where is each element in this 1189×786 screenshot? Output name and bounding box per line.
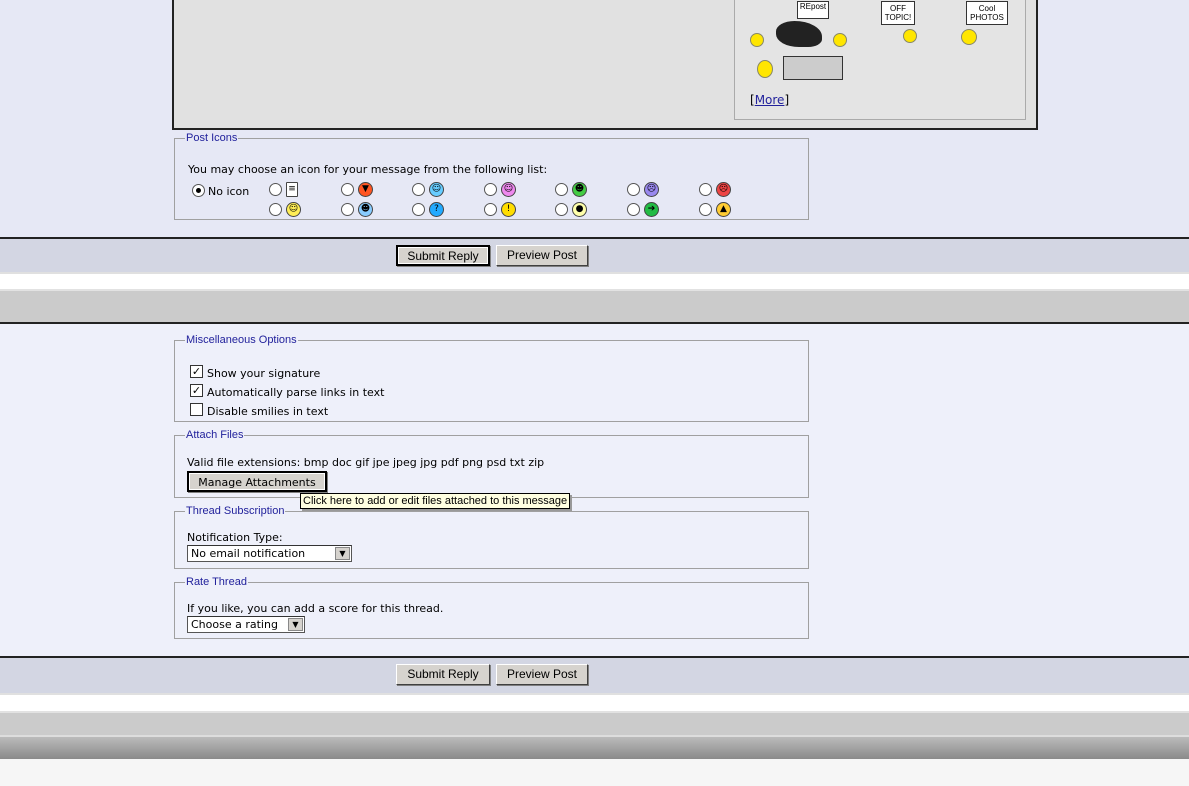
smilie-face [757,60,773,78]
post-icon-radio[interactable] [699,183,712,196]
horse-image [776,21,822,47]
misc-option-checkbox[interactable]: ✓ [190,384,203,397]
post-icon-radio[interactable] [699,203,712,216]
post-icon-radio[interactable] [555,203,568,216]
cool-photos-sign: Cool PHOTOS [966,1,1008,25]
frown-icon[interactable]: ☹ [644,182,659,197]
valid-extensions-text: Valid file extensions: bmp doc gif jpe j… [187,456,545,469]
lightbulb-icon[interactable]: ● [572,202,587,217]
misc-options-fieldset: Miscellaneous Options ✓ Show your signatu… [174,334,809,422]
smile-pink-icon[interactable]: ☺ [501,182,516,197]
thumbs-up-icon[interactable]: ▲ [716,202,731,217]
smilie-face [750,33,764,47]
post-icons-fieldset: Post Icons You may choose an icon for yo… [174,132,809,220]
cool-photos-smilie[interactable]: Cool PHOTOS [961,1,1011,47]
question-icon[interactable]: ? [429,202,444,217]
post-icon-radio[interactable] [412,203,425,216]
footer-bar [0,735,1189,759]
post-icon-radio[interactable] [341,203,354,216]
rate-thread-label: If you like, you can add a score for thi… [187,602,444,615]
misc-option-label: Disable smilies in text [207,405,329,418]
separator [0,289,1189,322]
chevron-down-icon[interactable]: ▼ [288,618,303,631]
misc-option-label: Automatically parse links in text [207,386,385,399]
post-icon[interactable]: ≡ [286,182,298,197]
thread-subscription-fieldset: Thread Subscription Notification Type: N… [174,505,809,569]
rate-thread-fieldset: Rate Thread If you like, you can add a s… [174,576,809,639]
top-button-bar [0,237,1189,272]
thread-subscription-legend: Thread Subscription [186,505,285,517]
off-topic-sign: OFF TOPIC! [881,1,915,25]
chevron-down-icon[interactable]: ▼ [335,547,350,560]
misc-option-checkbox[interactable]: ✓ [190,365,203,378]
grin-icon[interactable]: ☻ [572,182,587,197]
rate-thread-legend: Rate Thread [186,576,247,588]
attach-files-legend: Attach Files [186,429,244,441]
smile-icon[interactable]: ☺ [286,202,301,217]
clap-sign [783,56,843,80]
bottom-button-bar [0,656,1189,693]
separator [0,693,1189,711]
post-icon-radio[interactable] [269,183,282,196]
misc-option-label: Show your signature [207,367,321,380]
post-icon-radio[interactable] [555,183,568,196]
smilies-panel: REpost OFF TOPIC! Cool PHOTOS [More] [734,0,1026,120]
clapping-smilie[interactable] [757,56,847,84]
angry-icon[interactable]: ☹ [716,182,731,197]
attach-files-fieldset: Attach Files Valid file extensions: bmp … [174,429,809,498]
notification-type-select[interactable]: No email notification ▼ [187,545,352,562]
smilie-face [833,33,847,47]
notification-type-label: Notification Type: [187,531,283,544]
submit-reply-button-bottom[interactable]: Submit Reply [396,664,490,685]
more-smilies-link[interactable]: [More] [750,93,789,107]
repost-sign: REpost [797,1,829,19]
post-icon-radio[interactable] [412,183,425,196]
smilie-face [903,29,917,43]
post-icon-radio[interactable] [627,183,640,196]
repost-smilie[interactable]: REpost [750,1,850,56]
off-topic-smilie[interactable]: OFF TOPIC! [881,1,921,47]
smilie-face [961,29,977,45]
post-icons-legend: Post Icons [186,132,238,144]
post-icon-radio[interactable] [627,203,640,216]
preview-post-button[interactable]: Preview Post [496,245,588,266]
rating-value: Choose a rating [191,618,278,631]
preview-post-button-bottom[interactable]: Preview Post [496,664,588,685]
cool-icon[interactable]: ☻ [358,202,373,217]
notification-type-value: No email notification [191,547,306,560]
post-icons-intro: You may choose an icon for your message … [188,163,548,176]
rating-select[interactable]: Choose a rating ▼ [187,616,305,633]
submit-reply-button[interactable]: Submit Reply [396,245,490,266]
post-icon-radio[interactable] [269,203,282,216]
post-icon-radio[interactable] [484,203,497,216]
wink-icon[interactable]: ☺ [429,182,444,197]
separator [0,272,1189,289]
separator [0,711,1189,735]
no-icon-radio[interactable] [192,184,205,197]
manage-attachments-tooltip: Click here to add or edit files attached… [300,493,571,509]
thumbs-down-icon[interactable]: ▼ [358,182,373,197]
exclamation-icon[interactable]: ! [501,202,516,217]
arrow-icon[interactable]: ➔ [644,202,659,217]
more-link[interactable]: More [755,93,785,107]
post-icon-radio[interactable] [341,183,354,196]
manage-attachments-button[interactable]: Manage Attachments [187,471,327,492]
misc-options-legend: Miscellaneous Options [186,334,297,346]
no-icon-label: No icon [208,185,250,198]
misc-option-checkbox[interactable] [190,403,203,416]
post-icon-radio[interactable] [484,183,497,196]
